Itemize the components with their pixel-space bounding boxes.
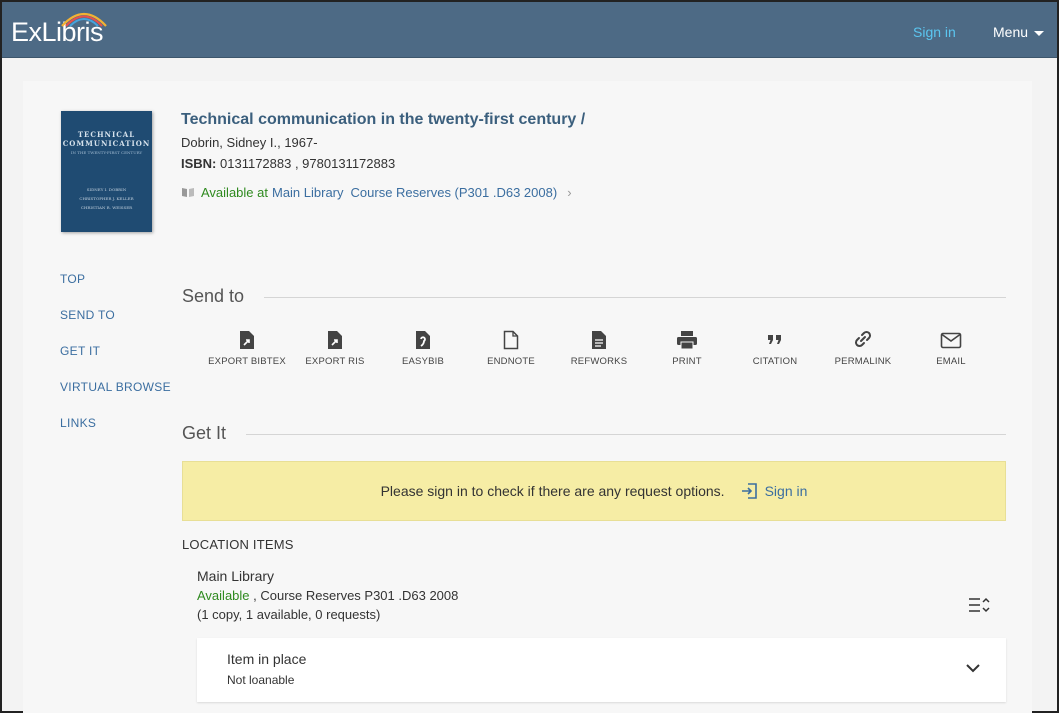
library-location: , Course Reserves P301 .D63 2008 bbox=[249, 588, 459, 603]
sign-in-banner: Please sign in to check if there are any… bbox=[182, 461, 1006, 521]
action-label: ENDNOTE bbox=[487, 356, 535, 367]
sign-in-icon bbox=[741, 483, 757, 499]
get-it-heading: Get It bbox=[182, 423, 227, 443]
record-isbn: ISBN: 0131172883 , 9780131172883 bbox=[181, 156, 395, 171]
citation-button[interactable]: CITATION bbox=[731, 330, 819, 367]
export-bibtex-button[interactable]: EXPORT BIBTEX bbox=[203, 330, 291, 367]
library-status: Available bbox=[197, 588, 250, 603]
item-policy: Not loanable bbox=[227, 673, 295, 687]
export-ris-button[interactable]: EXPORT RIS bbox=[291, 330, 379, 367]
filter-sort-button[interactable] bbox=[968, 595, 990, 620]
action-label: EXPORT RIS bbox=[305, 356, 365, 367]
quote-icon bbox=[768, 335, 781, 344]
isbn-value: 0131172883 , 9780131172883 bbox=[216, 156, 396, 171]
action-label: EMAIL bbox=[936, 356, 966, 367]
availability-location: Course Reserves (P301 .D63 2008) bbox=[350, 185, 558, 200]
divider bbox=[264, 297, 1006, 298]
header-sign-in-link[interactable]: Sign in bbox=[913, 24, 956, 40]
menu-label: Menu bbox=[993, 24, 1029, 40]
print-button[interactable]: PRINT bbox=[643, 330, 731, 367]
chevron-right-icon: › bbox=[567, 185, 572, 200]
easybib-button[interactable]: EASYBIB bbox=[379, 330, 467, 367]
nav-send-to[interactable]: SEND TO bbox=[60, 308, 171, 344]
availability-status: Available at bbox=[201, 185, 268, 200]
record-card: TECHNICAL COMMUNICATION IN THE TWENTY-FI… bbox=[23, 81, 1032, 713]
chevron-down-icon[interactable] bbox=[965, 662, 981, 674]
banner-sign-in-label: Sign in bbox=[764, 483, 808, 499]
cover-authors: SIDNEY I. DOBRIN CHRISTOPHER J. KELLER C… bbox=[61, 185, 152, 212]
nav-links[interactable]: LINKS bbox=[60, 416, 171, 452]
divider bbox=[246, 434, 1006, 435]
book-open-icon bbox=[182, 188, 194, 197]
top-bar: ExLibris Sign in Menu bbox=[2, 2, 1057, 58]
header-menu-button[interactable]: Menu bbox=[993, 24, 1045, 40]
banner-message: Please sign in to check if there are any… bbox=[380, 483, 725, 499]
export-file-icon bbox=[240, 331, 254, 349]
document-lines-icon bbox=[592, 331, 606, 349]
library-availability: Available , Course Reserves P301 .D63 20… bbox=[197, 588, 458, 603]
cover-title-line2: COMMUNICATION bbox=[62, 139, 151, 148]
nav-virtual-browse[interactable]: VIRTUAL BROWSE bbox=[60, 380, 171, 416]
cover-author: CHRISTOPHER J. KELLER bbox=[79, 196, 134, 201]
action-label: CITATION bbox=[752, 356, 798, 367]
printer-icon bbox=[677, 331, 697, 350]
document-icon bbox=[503, 330, 519, 350]
action-label: REFWORKS bbox=[570, 356, 628, 367]
item-row[interactable]: Item in place Not loanable bbox=[197, 638, 1006, 702]
cover-subtitle: IN THE TWENTY-FIRST CENTURY bbox=[70, 150, 143, 155]
nav-get-it[interactable]: GET IT bbox=[60, 344, 171, 380]
record-title[interactable]: Technical communication in the twenty-fi… bbox=[181, 111, 585, 129]
item-status: Item in place bbox=[227, 651, 307, 667]
cover-title-line1: TECHNICAL bbox=[77, 130, 136, 139]
export-file-icon bbox=[328, 331, 342, 349]
availability-library: Main Library bbox=[271, 185, 344, 200]
refworks-button[interactable]: REFWORKS bbox=[555, 330, 643, 367]
exlibris-logo[interactable]: ExLibris bbox=[11, 12, 107, 48]
action-label: PRINT bbox=[672, 356, 702, 367]
permalink-button[interactable]: PERMALINK bbox=[819, 330, 907, 367]
send-to-heading: Send to bbox=[182, 286, 245, 306]
isbn-label: ISBN: bbox=[181, 156, 217, 171]
action-label: PERMALINK bbox=[834, 356, 892, 367]
logo-arc-icon bbox=[61, 12, 107, 27]
nav-top[interactable]: TOP bbox=[60, 272, 171, 308]
send-to-actions: EXPORT BIBTEX EXPORT RIS EASYBIB ENDNOTE bbox=[203, 330, 995, 367]
section-nav: TOP SEND TO GET IT VIRTUAL BROWSE LINKS bbox=[60, 272, 171, 452]
cover-author: CHRISTIAN R. WEISSER bbox=[80, 205, 133, 210]
link-icon bbox=[854, 330, 872, 348]
caret-down-icon bbox=[1034, 30, 1045, 36]
envelope-icon bbox=[940, 332, 962, 349]
library-name: Main Library bbox=[197, 568, 275, 584]
record-author: Dobrin, Sidney I., 1967- bbox=[181, 135, 318, 150]
banner-sign-in-link[interactable]: Sign in bbox=[741, 481, 808, 501]
email-button[interactable]: EMAIL bbox=[907, 330, 995, 367]
action-label: EASYBIB bbox=[401, 356, 445, 367]
cover-author: SIDNEY I. DOBRIN bbox=[86, 187, 127, 192]
availability-line[interactable]: Available at Main Library Course Reserve… bbox=[181, 185, 572, 200]
library-counts: (1 copy, 1 available, 0 requests) bbox=[197, 607, 381, 622]
action-label: EXPORT BIBTEX bbox=[208, 356, 286, 367]
easybib-icon bbox=[416, 331, 430, 349]
location-items-label: LOCATION ITEMS bbox=[182, 537, 294, 552]
filter-sort-icon bbox=[969, 597, 990, 613]
endnote-button[interactable]: ENDNOTE bbox=[467, 330, 555, 367]
book-cover[interactable]: TECHNICAL COMMUNICATION IN THE TWENTY-FI… bbox=[61, 111, 152, 232]
